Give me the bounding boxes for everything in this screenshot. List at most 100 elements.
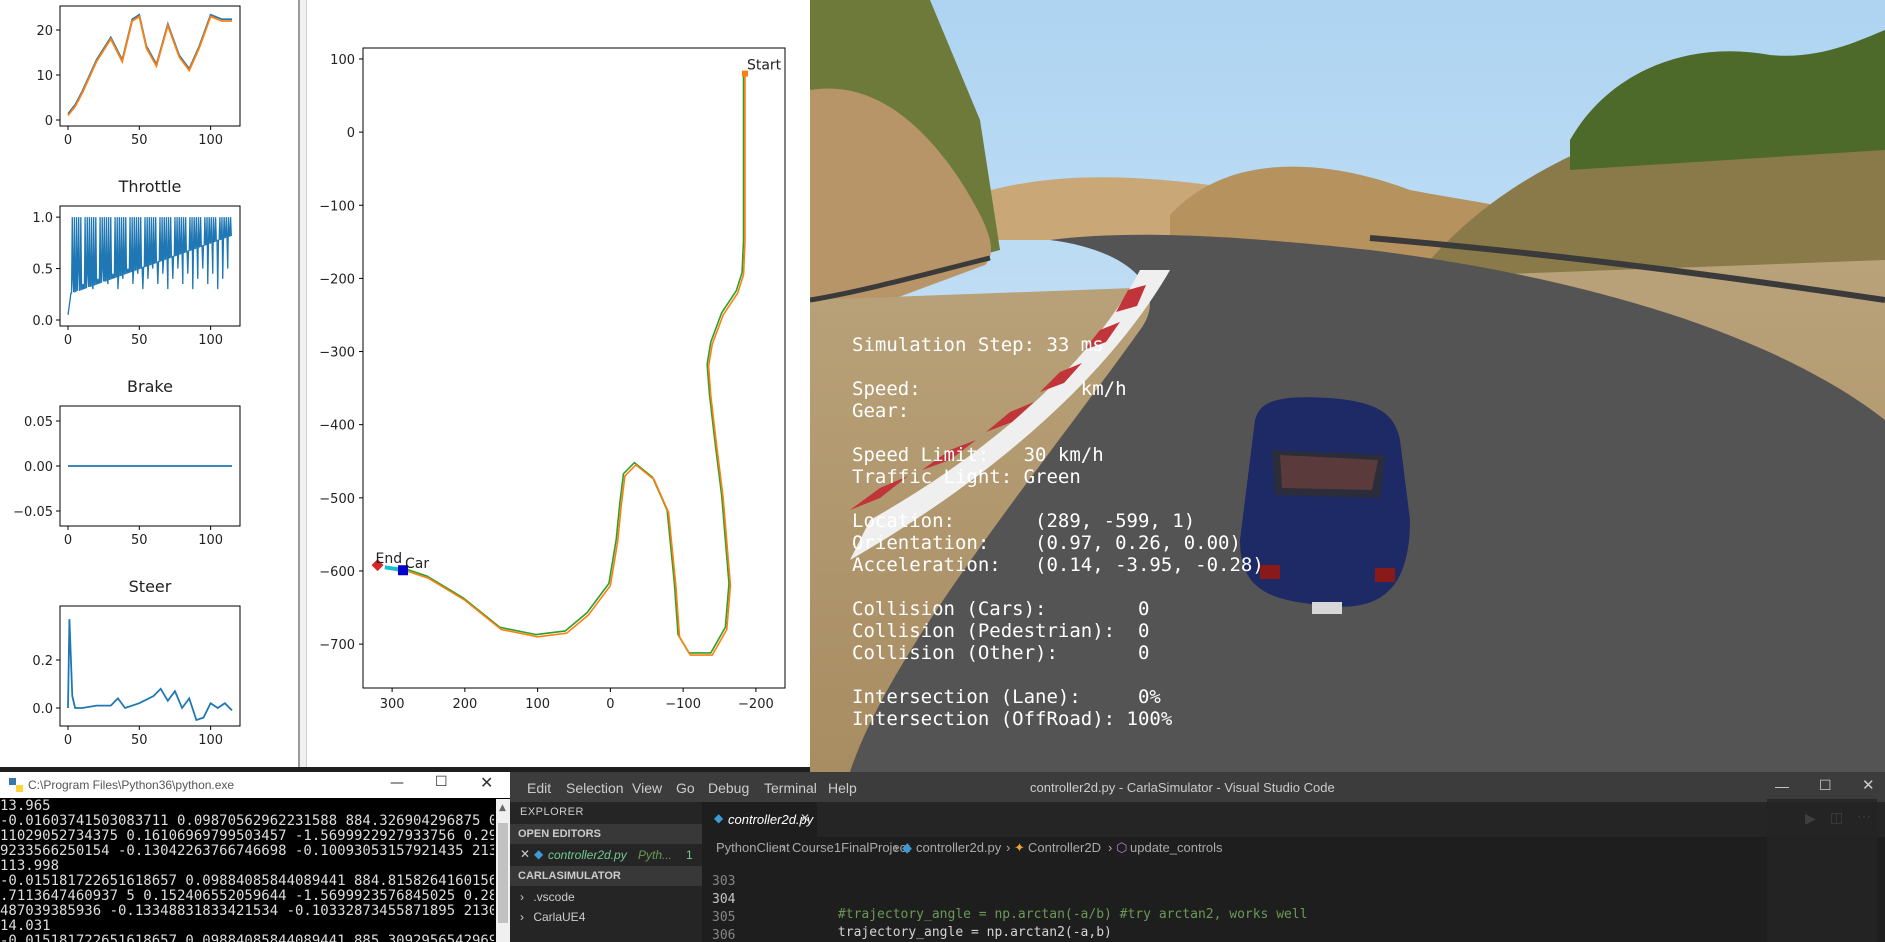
menu-debug[interactable]: Debug bbox=[708, 780, 749, 796]
breadcrumb: PythonClient › Course1FinalProject › ◆ c… bbox=[702, 837, 1885, 859]
workspace-header[interactable]: CARLASIMULATOR bbox=[510, 866, 702, 886]
python-file-icon: ◆ bbox=[902, 840, 912, 855]
chevron-right-icon: › bbox=[520, 910, 524, 924]
menu-help[interactable]: Help bbox=[828, 780, 857, 796]
menu-view[interactable]: View bbox=[632, 780, 662, 796]
hud-speed: Speed: km/h bbox=[852, 378, 1127, 400]
close-icon[interactable]: ✕ bbox=[480, 773, 493, 792]
explorer-sidebar: EXPLORER OPEN EDITORS ✕ ◆ controller2d.p… bbox=[510, 802, 702, 942]
console-line: 487039385936 -0.13348831833421534 -0.103… bbox=[0, 903, 494, 919]
start-label: Start bbox=[747, 58, 782, 74]
scroll-thumb[interactable] bbox=[498, 823, 508, 923]
method-icon: ⬡ bbox=[1116, 840, 1128, 855]
console-title: C:\Program Files\Python36\python.exe bbox=[28, 778, 235, 792]
menu-edit[interactable]: Edit bbox=[527, 780, 551, 796]
xtick-label: 0 bbox=[64, 333, 72, 348]
vs-close-icon[interactable]: ✕ bbox=[1862, 776, 1875, 794]
xtick-label: 200 bbox=[452, 697, 477, 712]
xtick-label: 50 bbox=[131, 533, 148, 548]
menu-selection[interactable]: Selection bbox=[566, 780, 624, 796]
console-scrollbar[interactable]: ▲ bbox=[496, 799, 510, 942]
folder-label: .vscode bbox=[533, 890, 575, 904]
open-editors-label: OPEN EDITORS bbox=[518, 828, 601, 840]
ytick-label: 1.0 bbox=[32, 211, 53, 226]
xtick-label: 100 bbox=[525, 697, 550, 712]
trajectory-plot: 100 0 −100 −200 −300 −400 −500 −600 −700 300 200 10… bbox=[319, 47, 786, 712]
minimize-icon[interactable]: — bbox=[390, 775, 404, 791]
trajectory-plot-window: 100 0 −100 −200 −300 −400 −500 −600 −700 300 200 10… bbox=[306, 0, 811, 767]
xtick-label: 100 bbox=[198, 333, 223, 348]
code-editor[interactable]: 303 304 #trajectory_angle = np.arctan(-a… bbox=[702, 799, 1885, 942]
open-editors-header[interactable]: OPEN EDITORS bbox=[510, 824, 702, 844]
minimap[interactable] bbox=[1767, 799, 1877, 942]
python-console-window[interactable]: C:\Program Files\Python36\python.exe — ☐… bbox=[0, 772, 510, 942]
xtick-label: 100 bbox=[198, 733, 223, 748]
editor-tabs: ◆ controller2d.py ✕ ▶ ◫ ⋯ bbox=[702, 802, 1885, 837]
console-line: 9233566250154 -0.13042263766746698 -0.10… bbox=[0, 843, 494, 859]
menu-go[interactable]: Go bbox=[676, 780, 695, 796]
chevron-right-icon: › bbox=[1108, 840, 1113, 855]
hud-speed-limit: Speed Limit: 30 km/h bbox=[852, 444, 1104, 466]
close-editor-icon[interactable]: ✕ bbox=[520, 847, 530, 861]
breadcrumb-item[interactable]: PythonClient bbox=[716, 840, 790, 855]
hud-acceleration: Acceleration: (0.14, -3.95, -0.28) bbox=[852, 554, 1264, 576]
telemetry-plots: 201000 50 100Throttle1.00.50.00 50 100Brake0… bbox=[13, 5, 241, 748]
vs-minimize-icon[interactable]: — bbox=[1775, 778, 1789, 794]
xtick-label: 300 bbox=[380, 697, 405, 712]
open-editor-item[interactable]: ✕ ◆ controller2d.py Pyth... 1 bbox=[510, 844, 702, 866]
console-output[interactable]: 13.965 -0.01603741503083711 0.09870562962… bbox=[0, 799, 494, 942]
chart-title-brake: Brake bbox=[127, 377, 173, 396]
chevron-right-icon: › bbox=[520, 890, 524, 904]
folder-vscode[interactable]: › .vscode bbox=[520, 890, 575, 904]
ytick-label: −600 bbox=[319, 565, 355, 580]
ytick-label: −700 bbox=[319, 638, 355, 653]
close-tab-icon[interactable]: ✕ bbox=[800, 811, 810, 825]
vscode-window: Edit Selection View Go Debug Terminal He… bbox=[510, 772, 1885, 942]
console-titlebar[interactable]: C:\Program Files\Python36\python.exe — ☐… bbox=[0, 772, 510, 798]
xtick-label: 50 bbox=[131, 133, 148, 148]
hud-traffic-light: Traffic Light: Green bbox=[852, 466, 1081, 488]
ytick-label: 0.0 bbox=[32, 702, 53, 717]
xtick-label: 0 bbox=[64, 133, 72, 148]
trajectory-frame bbox=[362, 47, 786, 689]
ytick-label: −100 bbox=[319, 199, 355, 214]
console-line: -0.015181722651618657 0.0988408584408944… bbox=[0, 873, 494, 889]
breadcrumb-item[interactable]: update_controls bbox=[1130, 840, 1223, 855]
workspace-label: CARLASIMULATOR bbox=[518, 870, 621, 882]
breadcrumb-item[interactable]: controller2d.py bbox=[916, 840, 1001, 855]
hud-intersection-lane: Intersection (Lane): 0% bbox=[852, 686, 1161, 708]
hud-collision-pedestrian: Collision (Pedestrian): 0 bbox=[852, 620, 1150, 642]
console-line: 11029052734375 0.16106969799503457 -1.56… bbox=[0, 828, 494, 844]
tab-controller2d[interactable]: ◆ controller2d.py ✕ bbox=[702, 802, 817, 837]
window-title: controller2d.py - CarlaSimulator - Visua… bbox=[1030, 780, 1335, 795]
folder-carlaue4[interactable]: › CarlaUE4 bbox=[520, 910, 585, 924]
hud-orientation: Orientation: (0.97, 0.26, 0.00) bbox=[852, 532, 1241, 554]
ytick-label: −300 bbox=[319, 346, 355, 361]
chart-title-steer: Steer bbox=[129, 577, 172, 596]
open-editor-dir: Pyth... bbox=[638, 848, 673, 862]
xtick-label: −100 bbox=[665, 697, 701, 712]
breadcrumb-item[interactable]: Course1FinalProject bbox=[792, 840, 910, 855]
scroll-up-icon[interactable]: ▲ bbox=[499, 803, 506, 813]
vs-maximize-icon[interactable]: ☐ bbox=[1819, 777, 1832, 794]
ytick-label: 20 bbox=[36, 24, 53, 39]
chevron-right-icon: › bbox=[781, 840, 786, 855]
ytick-label: 10 bbox=[36, 69, 53, 84]
console-line: -0.015181722651618657 0.0988408584408944… bbox=[0, 933, 494, 942]
python-file-icon: ◆ bbox=[534, 847, 544, 861]
maximize-icon[interactable]: ☐ bbox=[435, 774, 448, 790]
chevron-right-icon: › bbox=[1006, 840, 1011, 855]
problem-badge: 1 bbox=[686, 848, 693, 862]
end-label: End bbox=[376, 551, 403, 567]
live-plot-window: 20 10 0 0 50 100 Throttle 1.0 0.5 0.0 0 50 100 Brake 0… bbox=[0, 0, 300, 767]
hud-sim-step: Simulation Step: 33 ms bbox=[852, 334, 1104, 356]
editor-area: ◆ controller2d.py ✕ ▶ ◫ ⋯ PythonClient ›… bbox=[702, 799, 1885, 942]
hud-gear: Gear: bbox=[852, 400, 910, 422]
breadcrumb-item[interactable]: Controller2D bbox=[1028, 840, 1101, 855]
menu-terminal[interactable]: Terminal bbox=[764, 780, 817, 796]
vscode-titlebar: Edit Selection View Go Debug Terminal He… bbox=[510, 772, 1885, 802]
chevron-right-icon: › bbox=[894, 840, 899, 855]
ytick-label: −0.05 bbox=[13, 505, 53, 520]
ytick-label: 0.2 bbox=[32, 654, 53, 669]
carla-simulator-view: Simulation Step: 33 ms Speed: km/h Gear:… bbox=[810, 0, 1885, 772]
